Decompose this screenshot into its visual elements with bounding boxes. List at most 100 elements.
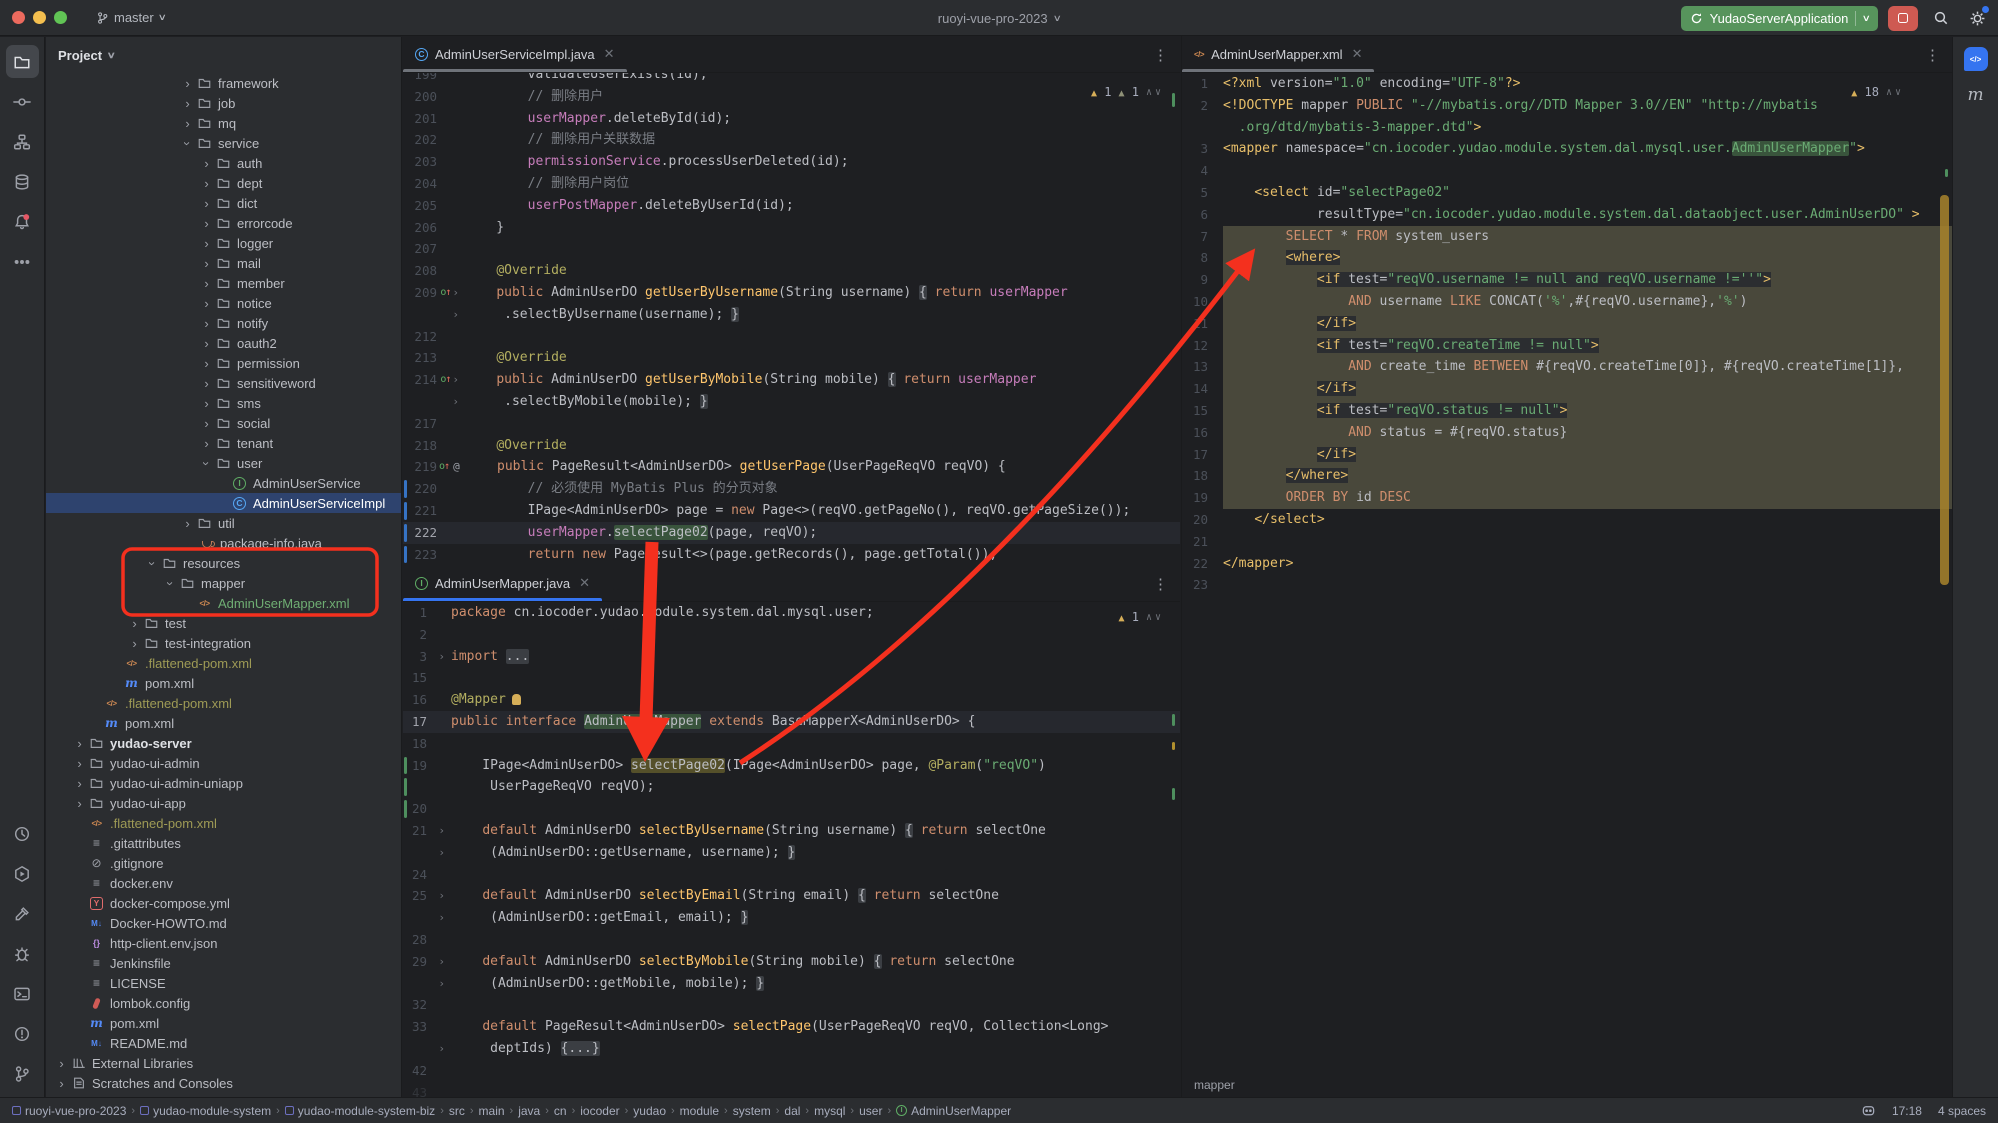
gutter[interactable]: o↑› [439,282,465,304]
tree-item-test[interactable]: ›test [46,613,401,633]
chevron-collapsed-icon[interactable]: › [198,157,215,170]
tree-item-framework[interactable]: ›framework [46,73,401,93]
gutter[interactable]: › [429,885,451,907]
tab-options-kebab-icon[interactable]: ⋮ [1925,36,1940,73]
chevron-collapsed-icon[interactable]: › [179,77,196,90]
chevron-expanded-icon[interactable]: › [146,555,159,572]
tree-item-util[interactable]: ›util [46,513,401,533]
tree-item-social[interactable]: ›social [46,413,401,433]
chevron-expanded-icon[interactable]: › [164,575,177,592]
gutter[interactable]: › [429,1038,451,1060]
tree-item-errorcode[interactable]: ›errorcode [46,213,401,233]
chevron-collapsed-icon[interactable]: › [198,257,215,270]
tool-strip-services-icon[interactable] [6,857,39,890]
breadcrumb-item-user[interactable]: user [859,1104,882,1118]
breadcrumb-item-adminusermapper[interactable]: IAdminUserMapper [896,1104,1011,1118]
chevron-collapsed-icon[interactable]: › [198,237,215,250]
tree-item-service[interactable]: ›service [46,133,401,153]
fold-chevron-icon[interactable]: › [438,973,445,995]
breadcrumb-item-system[interactable]: system [733,1104,771,1118]
gutter[interactable] [439,173,465,195]
chevron-collapsed-icon[interactable]: › [198,377,215,390]
gutter[interactable] [439,129,465,151]
gutter[interactable]: › [439,391,465,413]
chevron-expanded-icon[interactable]: › [200,455,213,472]
tree-item-adminusermapper-xml[interactable]: </>AdminUserMapper.xml [46,593,401,613]
gutter[interactable] [439,435,465,457]
tree-item--gitignore[interactable]: ⊘.gitignore [46,853,401,873]
minimize-window-button[interactable] [33,11,46,24]
breadcrumb-item-yudao-module-system[interactable]: yudao-module-system [140,1104,271,1118]
tree-item-pom-xml[interactable]: mpom.xml [46,713,401,733]
project-panel-header[interactable]: Project ∨ [46,37,401,73]
tree-item-package-info-java[interactable]: package-info.java [46,533,401,553]
tree-item--gitattributes[interactable]: ≡.gitattributes [46,833,401,853]
inspection-weak-count[interactable]: ▲ 1 [1118,85,1138,99]
tree-item-tenant[interactable]: ›tenant [46,433,401,453]
chevron-collapsed-icon[interactable]: › [179,97,196,110]
chevron-collapsed-icon[interactable]: › [53,1057,70,1070]
gutter[interactable]: › [429,951,451,973]
tool-strip-project-icon[interactable] [6,45,39,78]
chevron-expanded-icon[interactable]: › [181,135,194,152]
tool-strip-commit-icon[interactable] [6,85,39,118]
tree-item-pom-xml[interactable]: mpom.xml [46,673,401,693]
chevron-collapsed-icon[interactable]: › [53,1077,70,1090]
next-prev-problem-icons[interactable]: ∧∨ [1146,612,1164,623]
fold-chevron-icon[interactable]: › [438,820,445,842]
gutter[interactable] [1210,378,1223,400]
chevron-collapsed-icon[interactable]: › [71,737,88,750]
chevron-collapsed-icon[interactable]: › [198,417,215,430]
tree-item-job[interactable]: ›job [46,93,401,113]
editor-adminusermapper-java[interactable]: 1package cn.iocoder.yudao.module.system.… [403,602,1180,1097]
tree-item-resources[interactable]: ›resources [46,553,401,573]
chevron-collapsed-icon[interactable]: › [198,357,215,370]
gutter[interactable] [1210,531,1223,553]
stop-button[interactable] [1888,6,1918,31]
tree-item-user[interactable]: ›user [46,453,401,473]
next-prev-problem-icons[interactable]: ∧∨ [1146,87,1164,98]
breadcrumb-item-src[interactable]: src [449,1104,465,1118]
chevron-collapsed-icon[interactable]: › [198,217,215,230]
inspections-widget[interactable]: ▲ 18∧∨ [1851,85,1904,99]
gutter[interactable] [429,1060,451,1082]
tree-item-sms[interactable]: ›sms [46,393,401,413]
tab-adminusermapper-xml[interactable]: </> AdminUserMapper.xml ✕ [1182,36,1374,72]
gutter[interactable] [1210,509,1223,531]
tool-strip-build-icon[interactable] [6,897,39,930]
tool-strip-debug-icon[interactable] [6,937,39,970]
inspection-warn-count[interactable]: ▲ 18 [1851,85,1879,99]
close-icon[interactable]: ✕ [1352,46,1363,62]
tree-item-notify[interactable]: ›notify [46,313,401,333]
fold-chevron-icon[interactable]: › [438,885,445,907]
chevron-collapsed-icon[interactable]: › [71,777,88,790]
fold-chevron-icon[interactable]: › [438,842,445,864]
maven-tool-icon[interactable]: m [1967,85,1983,105]
caret-position[interactable]: 17:18 [1892,1104,1922,1118]
gutter[interactable] [439,413,465,435]
gutter[interactable] [1210,313,1223,335]
chevron-collapsed-icon[interactable]: › [126,617,143,630]
zoom-window-button[interactable] [54,11,67,24]
search-everywhere-button[interactable] [1928,5,1954,31]
gutter[interactable] [1210,465,1223,487]
gutter[interactable] [429,602,451,624]
tree-item-lombok-config[interactable]: lombok.config [46,993,401,1013]
gutter[interactable] [439,151,465,173]
breadcrumb-item-module[interactable]: module [680,1104,719,1118]
tree-item-mapper[interactable]: ›mapper [46,573,401,593]
tool-strip-structure-icon[interactable] [6,125,39,158]
gutter[interactable] [429,1082,451,1097]
tool-strip-database-icon[interactable] [6,165,39,198]
copilot-status-icon[interactable] [1861,1103,1876,1118]
gutter[interactable] [1210,553,1223,575]
chevron-collapsed-icon[interactable]: › [198,177,215,190]
breadcrumb-item-iocoder[interactable]: iocoder [580,1104,619,1118]
tool-strip-terminal-icon[interactable] [6,977,39,1010]
editor-adminusermapper-xml[interactable]: 1<?xml version="1.0" encoding="UTF-8"?>2… [1182,73,1952,1072]
gutter[interactable] [439,260,465,282]
fold-chevron-icon[interactable]: › [438,1038,445,1060]
breadcrumb-tag[interactable]: mapper [1194,1078,1235,1092]
gutter[interactable] [439,544,465,565]
fold-chevron-icon[interactable]: › [438,907,445,929]
